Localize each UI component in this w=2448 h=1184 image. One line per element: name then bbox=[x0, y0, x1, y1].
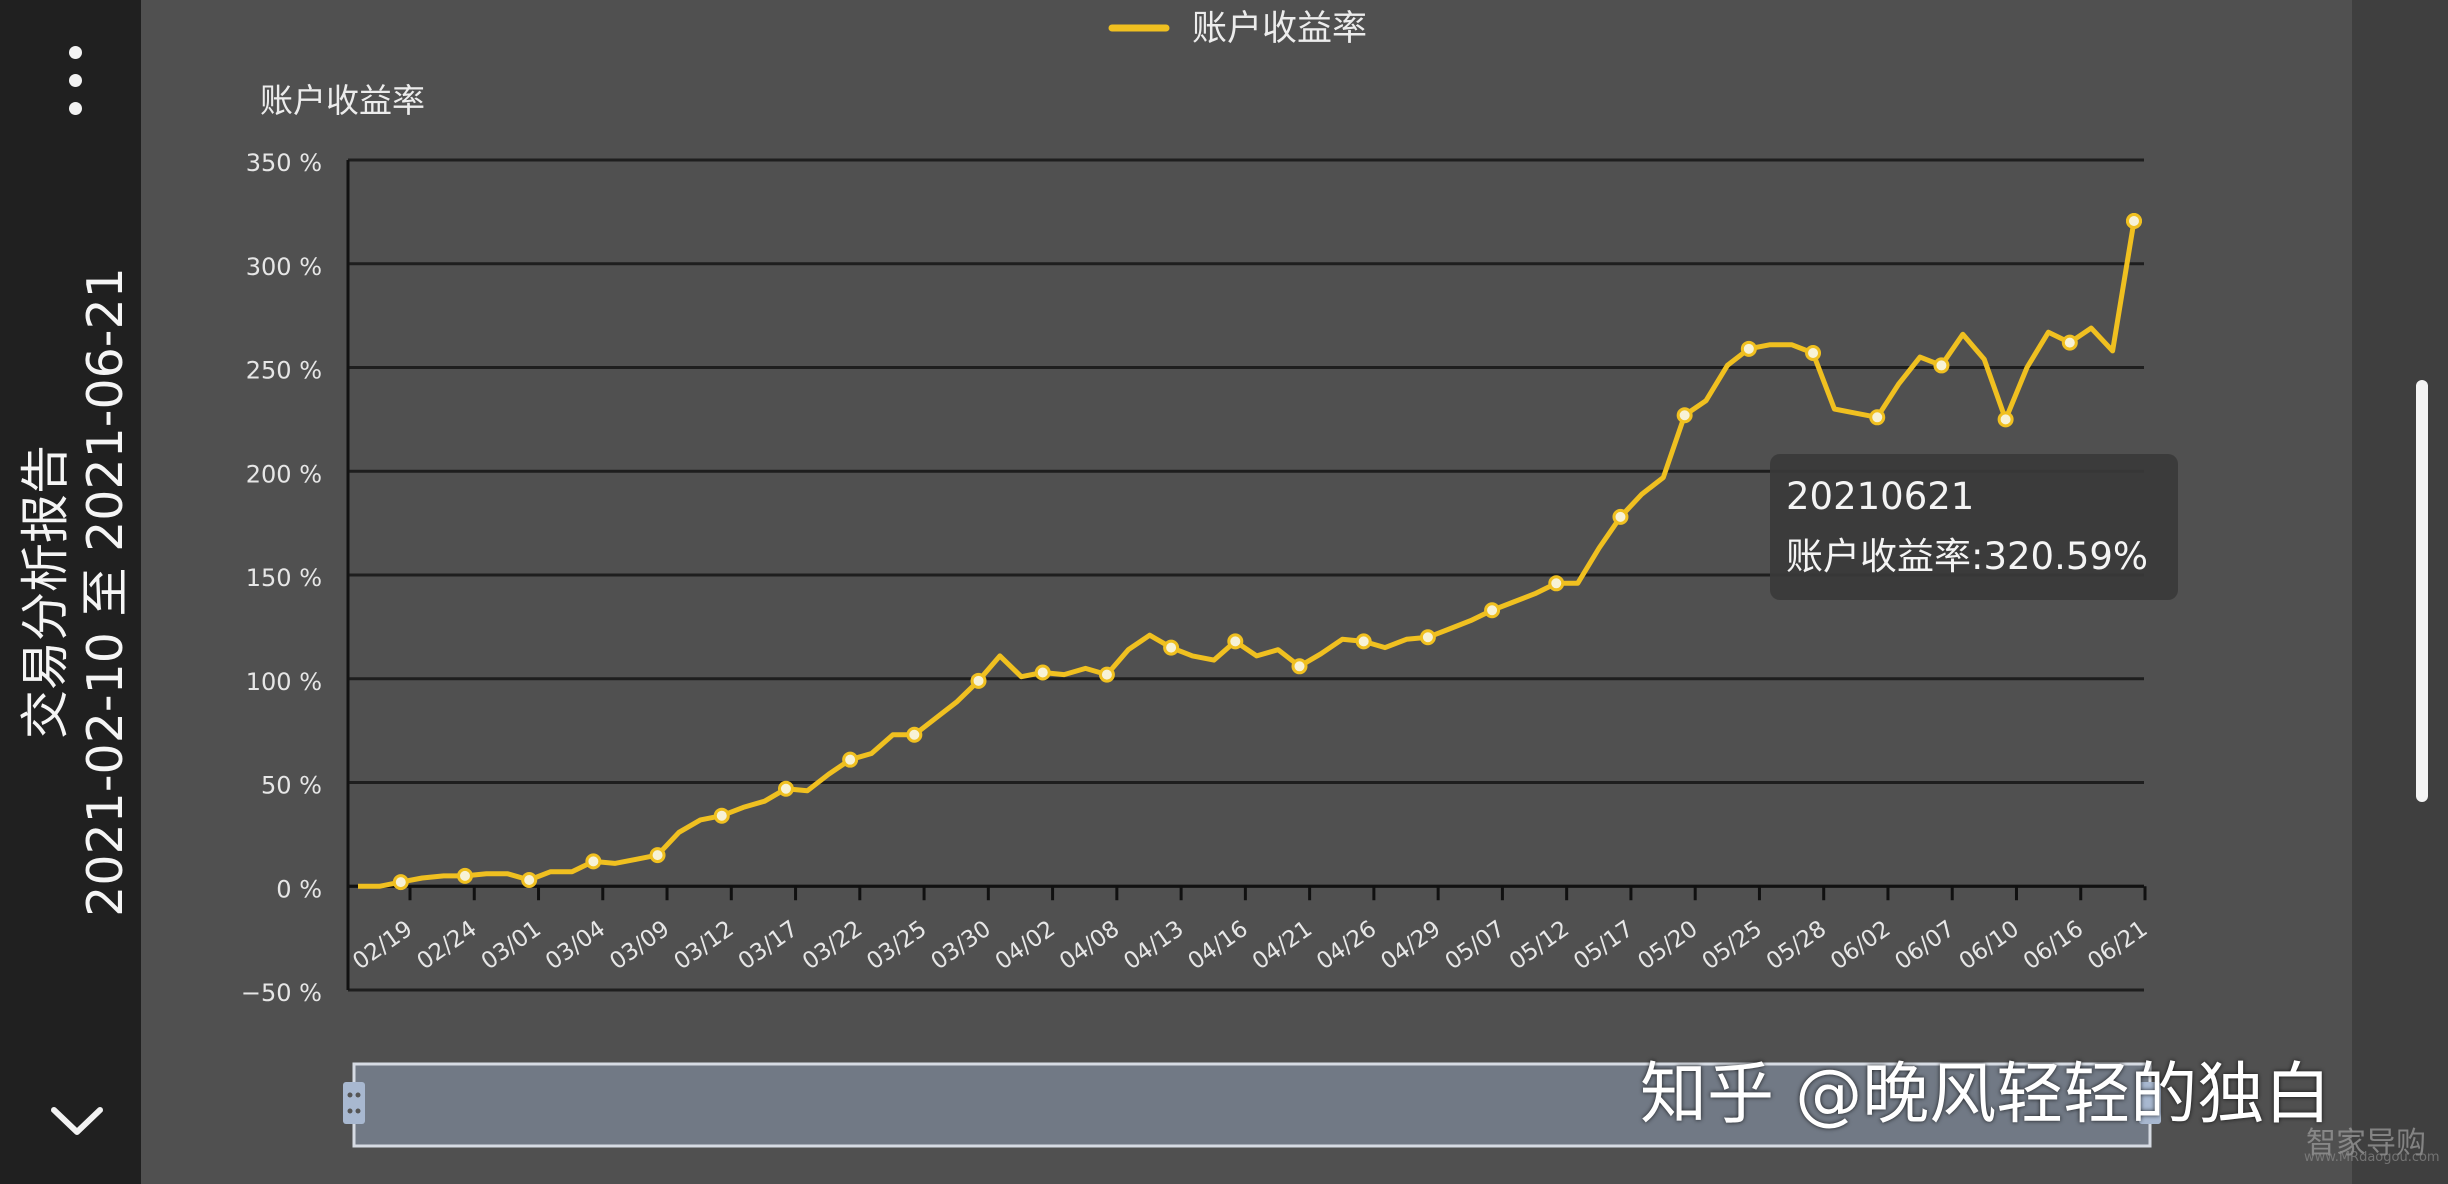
data-point bbox=[1098, 666, 1115, 683]
watermark-text: 知乎 @晚风轻轻的独白 bbox=[1640, 1055, 2332, 1133]
data-point bbox=[456, 867, 473, 884]
tooltip-value: 账户收益率:320.59% bbox=[1786, 535, 2148, 578]
x-tick-label: 05/25 bbox=[1698, 916, 1767, 975]
y-tick-label: 250 % bbox=[246, 357, 322, 385]
x-tick-label: 03/25 bbox=[862, 916, 931, 975]
data-point bbox=[1355, 633, 1372, 650]
x-tick-label: 06/02 bbox=[1826, 916, 1895, 975]
y-axis-tick-labels: −50 % 0 % 50 % 100 % 150 % 200 % 250 % 300 % 350… bbox=[241, 149, 322, 1007]
data-point bbox=[1163, 639, 1180, 656]
app-screen: 交易分析报告 2021-02-10 至 2021-06-21 −50 % 0 % 5… bbox=[0, 0, 2448, 1184]
x-tick-label: 04/29 bbox=[1376, 916, 1445, 975]
data-point bbox=[1612, 508, 1629, 525]
x-tick-label: 06/07 bbox=[1890, 916, 1959, 975]
x-tick-label: 03/30 bbox=[927, 916, 996, 975]
x-tick-label: 02/24 bbox=[412, 916, 481, 975]
y-tick-label: 50 % bbox=[261, 772, 322, 800]
x-tick-label: 04/21 bbox=[1248, 916, 1317, 975]
data-point bbox=[842, 751, 859, 768]
x-tick-label: 03/17 bbox=[734, 916, 803, 975]
data-point bbox=[2061, 334, 2078, 351]
y-tick-label: −50 % bbox=[241, 979, 322, 1007]
x-tick-label: 04/13 bbox=[1119, 916, 1188, 975]
grip-dot-icon bbox=[355, 1092, 361, 1098]
x-tick-label: 03/09 bbox=[605, 916, 674, 975]
data-point bbox=[713, 807, 730, 824]
y-tick-label: 0 % bbox=[276, 875, 322, 903]
x-tick-label: 06/16 bbox=[2019, 916, 2088, 975]
data-point bbox=[585, 853, 602, 870]
data-point bbox=[1997, 411, 2014, 428]
watermark-logo-url: www.MRdaogou.com bbox=[2304, 1150, 2440, 1165]
scrollbar-thumb[interactable] bbox=[2416, 380, 2428, 802]
x-axis-tick-labels: 02/1902/2403/0103/0403/0903/1203/1703/22… bbox=[348, 916, 2152, 975]
data-point bbox=[906, 726, 923, 743]
data-point bbox=[1933, 357, 1950, 374]
x-tick-label: 06/21 bbox=[2083, 916, 2152, 975]
data-point bbox=[777, 780, 794, 797]
data-point bbox=[2126, 213, 2142, 230]
data-point bbox=[1548, 575, 1565, 592]
grip-dot-icon bbox=[355, 1108, 361, 1114]
grip-dot-icon bbox=[347, 1092, 353, 1098]
y-tick-label: 100 % bbox=[246, 668, 322, 696]
x-tick-label: 05/20 bbox=[1633, 916, 1702, 975]
y-axis-title: 账户收益率 bbox=[260, 81, 425, 120]
range-slider-left-handle[interactable] bbox=[343, 1082, 365, 1124]
x-tick-label: 02/19 bbox=[348, 916, 417, 975]
data-point bbox=[1805, 344, 1822, 361]
data-point bbox=[649, 847, 666, 864]
x-tick-label: 04/16 bbox=[1184, 916, 1253, 975]
x-tick-label: 04/26 bbox=[1312, 916, 1381, 975]
data-point bbox=[1740, 340, 1757, 357]
x-tick-label: 03/12 bbox=[670, 916, 739, 975]
data-point bbox=[1034, 664, 1051, 681]
data-point bbox=[1291, 658, 1308, 675]
y-tick-label: 300 % bbox=[246, 253, 322, 281]
data-point bbox=[1869, 409, 1886, 426]
legend-label: 账户收益率 bbox=[1192, 9, 1367, 49]
data-point bbox=[1676, 407, 1693, 424]
data-point bbox=[1484, 602, 1501, 619]
data-point bbox=[521, 872, 538, 889]
grip-dot-icon bbox=[347, 1108, 353, 1114]
x-tick-label: 05/17 bbox=[1569, 916, 1638, 975]
data-point bbox=[970, 672, 987, 689]
x-tick-label: 06/10 bbox=[1955, 916, 2024, 975]
x-tick-label: 03/01 bbox=[477, 916, 546, 975]
x-tick-label: 05/12 bbox=[1505, 916, 1574, 975]
tooltip-date: 20210621 bbox=[1786, 475, 1974, 518]
y-tick-label: 350 % bbox=[246, 149, 322, 177]
legend[interactable]: 账户收益率 bbox=[1108, 9, 1367, 49]
line-chart: −50 % 0 % 50 % 100 % 150 % 200 % 250 % 300 % 350… bbox=[241, 9, 2178, 1148]
y-tick-label: 200 % bbox=[246, 460, 322, 488]
x-tick-label: 05/07 bbox=[1441, 916, 1510, 975]
data-point bbox=[1227, 633, 1244, 650]
x-tick-label: 03/04 bbox=[541, 916, 610, 975]
y-tick-label: 150 % bbox=[246, 564, 322, 592]
right-scroll-panel bbox=[2352, 0, 2448, 1184]
x-tick-label: 05/28 bbox=[1762, 916, 1831, 975]
x-tick-label: 04/08 bbox=[1055, 916, 1124, 975]
tooltip: 20210621 账户收益率:320.59% bbox=[1770, 454, 2178, 600]
data-point bbox=[1419, 629, 1436, 646]
data-point bbox=[392, 874, 409, 891]
x-tick-label: 03/22 bbox=[798, 916, 867, 975]
x-tick-label: 04/02 bbox=[991, 916, 1060, 975]
